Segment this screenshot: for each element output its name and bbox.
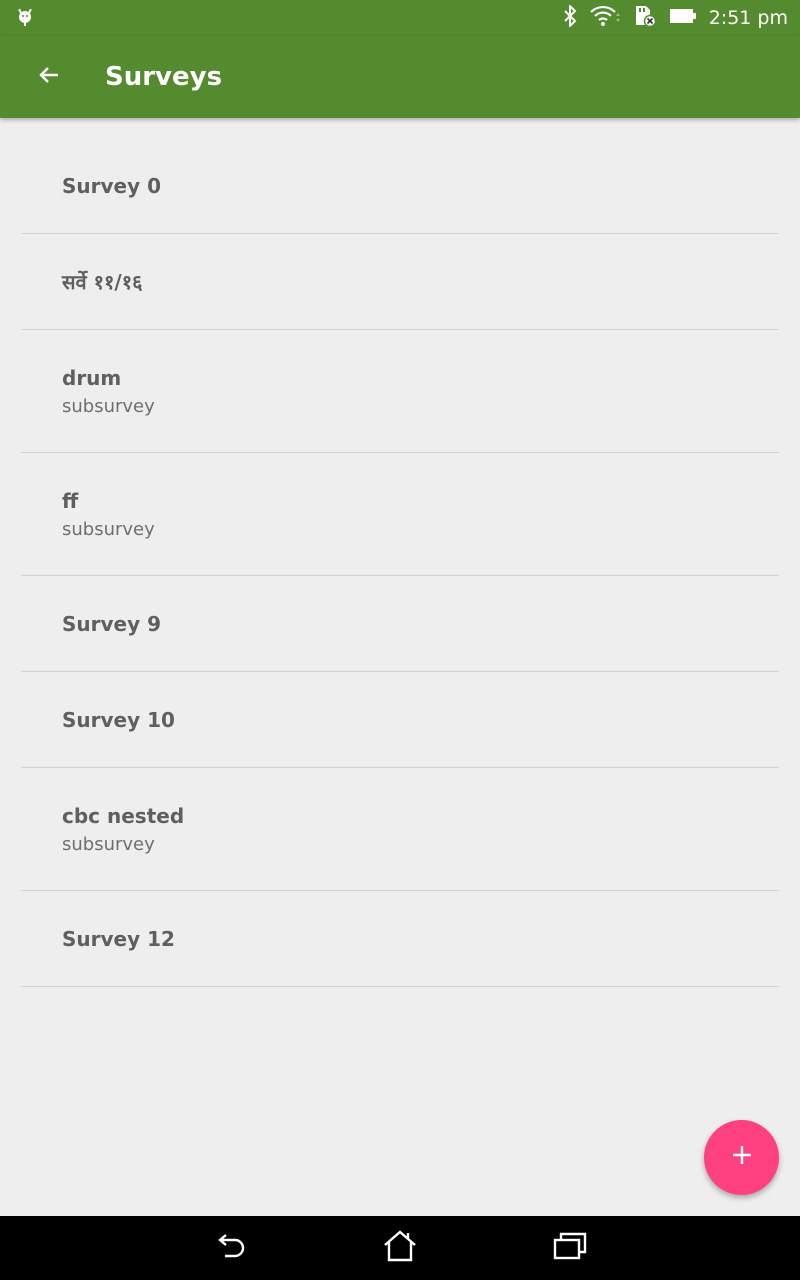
survey-item-9[interactable]: Survey 9 <box>21 576 779 672</box>
plus-icon <box>731 1144 753 1171</box>
sd-card-icon <box>633 5 657 32</box>
survey-subtitle: subsurvey <box>62 395 155 417</box>
survey-item-cbc-nested[interactable]: cbc nested subsurvey <box>21 768 779 891</box>
back-icon <box>213 1230 247 1267</box>
system-nav-bar <box>0 1216 800 1280</box>
nav-home-button[interactable] <box>360 1216 440 1280</box>
survey-item-ff[interactable]: ff subsurvey <box>21 453 779 576</box>
status-time: 2:51 pm <box>708 7 788 29</box>
survey-subtitle: subsurvey <box>62 518 155 540</box>
nav-back-button[interactable] <box>190 1216 270 1280</box>
survey-item-drum[interactable]: drum subsurvey <box>21 330 779 453</box>
arrow-back-icon <box>37 63 61 92</box>
page-title: Surveys <box>105 62 223 92</box>
battery-icon <box>669 6 697 31</box>
back-button[interactable] <box>17 45 81 109</box>
android-debug-icon <box>16 6 34 31</box>
survey-title: cbc nested <box>62 803 185 828</box>
home-icon <box>382 1229 418 1268</box>
survey-title: Survey 10 <box>62 707 175 732</box>
survey-subtitle: subsurvey <box>62 833 155 855</box>
survey-title: Survey 12 <box>62 926 175 951</box>
bluetooth-icon <box>563 3 577 32</box>
add-survey-button[interactable] <box>704 1120 779 1195</box>
status-bar: 2:51 pm <box>0 0 800 36</box>
survey-item-1[interactable]: सर्वे ११/१६ <box>21 234 779 330</box>
survey-title: ff <box>62 488 79 513</box>
recents-icon <box>552 1231 588 1266</box>
survey-title: Survey 0 <box>62 173 162 198</box>
survey-item-0[interactable]: Survey 0 <box>21 138 779 234</box>
survey-list: Survey 0 सर्वे ११/१६ drum subsurvey ff s… <box>21 138 779 987</box>
wifi-icon <box>589 5 621 32</box>
survey-item-12[interactable]: Survey 12 <box>21 891 779 987</box>
nav-recents-button[interactable] <box>530 1216 610 1280</box>
survey-title: Survey 9 <box>62 611 162 636</box>
survey-title: सर्वे ११/१६ <box>62 270 143 294</box>
survey-title: drum <box>62 365 122 390</box>
survey-item-10[interactable]: Survey 10 <box>21 672 779 768</box>
app-bar: Surveys <box>0 36 800 118</box>
